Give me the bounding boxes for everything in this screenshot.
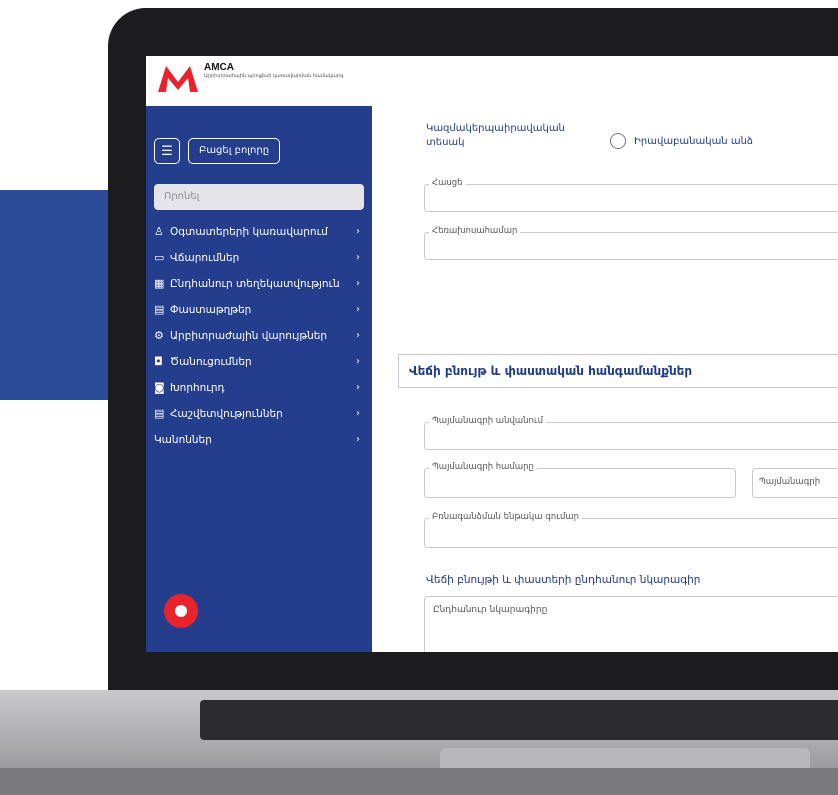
chat-button[interactable] xyxy=(164,594,198,628)
org-type-label: Կազմակերպաիրավական տեսակ xyxy=(426,123,565,148)
sidebar-item-arbitration[interactable]: ⚙ Արբիտրաժային վարույթներ › xyxy=(154,328,364,344)
brand-title: AMCA xyxy=(204,62,234,73)
sidebar-item-reports[interactable]: ▤ Հաշվետվություններ › xyxy=(154,406,364,422)
sidebar-item-rules[interactable]: Կանոններ › xyxy=(154,432,364,448)
contract-number-label: Պայմանագրի համարը xyxy=(429,462,537,472)
radio-circle-icon[interactable] xyxy=(610,133,626,149)
users-gear-icon: ⚙ xyxy=(154,329,164,342)
bell-icon: ◘ xyxy=(154,355,163,368)
clipboard-icon: ▤ xyxy=(154,303,165,316)
card-icon: ▭ xyxy=(154,251,165,264)
laptop-edge xyxy=(0,768,838,795)
amca-logo-icon xyxy=(158,66,198,92)
sidebar-item-label: Կանոններ xyxy=(154,434,212,446)
sidebar-item-documents[interactable]: ▤ Փաստաթղթեր › xyxy=(154,302,364,318)
section-title: Վեճի բնույթ և փաստական հանգամանքներ xyxy=(398,354,838,388)
logo-text: AMCA Արբիտրաժային պրոցեսի կառավարման համ… xyxy=(204,62,384,79)
calendar-icon: ▦ xyxy=(154,277,165,290)
contract-name-label: Պայմանագրի անվանում xyxy=(429,416,546,426)
sidebar-top: ☰ Բացել բոլորը xyxy=(154,138,281,164)
claim-amount-label: Բռնագանձման ենթակա գումար xyxy=(429,512,583,522)
contract-date-field[interactable]: Պայմանագրի xyxy=(752,468,838,498)
sidebar-item-label: Խորհուրդ xyxy=(170,382,225,394)
chevron-right-icon: › xyxy=(356,330,360,341)
radio-label: Իրավաբանական անձ xyxy=(634,135,753,147)
address-field[interactable]: Հասցե xyxy=(424,178,838,212)
sidebar-item-general-info[interactable]: ▦ Ընդհանուր տեղեկատվություն › xyxy=(154,276,364,292)
address-label: Հասցե xyxy=(429,178,466,188)
sidebar-item-label: Արբիտրաժային վարույթներ xyxy=(170,330,328,342)
phone-field[interactable]: Հեռախոսահամար xyxy=(424,226,838,260)
bell-outline-icon: ◙ xyxy=(154,381,165,394)
sidebar-item-label: Հաշվետվություններ xyxy=(170,408,283,420)
claim-amount-field[interactable]: Բռնագանձման ենթակա գումար xyxy=(424,512,838,548)
main-form: Կազմակերպաիրավական տեսակ Իրավաբանական ան… xyxy=(372,106,838,652)
chevron-right-icon: › xyxy=(356,278,360,289)
chat-icon xyxy=(175,605,187,617)
description-heading: Վեճի բնույթի և փաստերի ընդհանուր նկարագի… xyxy=(426,574,701,586)
chevron-right-icon: › xyxy=(356,356,360,367)
hamburger-menu-icon[interactable]: ☰ xyxy=(154,138,180,164)
sidebar-item-label: Ընդհանուր տեղեկատվություն xyxy=(170,278,340,290)
chevron-right-icon: › xyxy=(356,434,360,445)
chevron-right-icon: › xyxy=(356,382,360,393)
search-input[interactable]: Որոնել xyxy=(154,184,364,210)
contract-number-field[interactable]: Պայմանագրի համարը xyxy=(424,462,736,498)
phone-label: Հեռախոսահամար xyxy=(429,226,521,236)
sidebar-item-label: Օգտատերերի կառավարում xyxy=(170,226,328,238)
sidebar-item-council[interactable]: ◙ Խորհուրդ › xyxy=(154,380,364,396)
keyboard xyxy=(200,700,838,740)
sidebar-item-label: Ծանուցումներ xyxy=(170,356,252,368)
sidebar: ☰ Բացել բոլորը Որոնել ♙ Օգտատերերի կառավ… xyxy=(146,106,372,652)
description-textarea[interactable]: Ընդհանուր նկարագիրը xyxy=(424,596,838,652)
clipboard-list-icon: ▤ xyxy=(154,407,165,420)
header-bar: AMCA Արբիտրաժային պրոցեսի կառավարման համ… xyxy=(146,56,838,106)
laptop-screen: AMCA Արբիտրաժային պրոցեսի կառավարման համ… xyxy=(146,56,838,652)
chevron-right-icon: › xyxy=(356,304,360,315)
sidebar-nav: ♙ Օգտատերերի կառավարում › ▭ Վճարումներ ›… xyxy=(154,224,364,458)
sidebar-item-users[interactable]: ♙ Օգտատերերի կառավարում › xyxy=(154,224,364,240)
chevron-right-icon: › xyxy=(356,252,360,263)
brand-subtitle: Արբիտրաժային պրոցեսի կառավարման համակարգ xyxy=(204,73,344,79)
open-all-button[interactable]: Բացել բոլորը xyxy=(188,138,281,164)
sidebar-item-notifications[interactable]: ◘ Ծանուցումներ › xyxy=(154,354,364,370)
sidebar-item-label: Վճարումներ xyxy=(170,252,240,264)
chevron-right-icon: › xyxy=(356,226,360,237)
sidebar-item-payments[interactable]: ▭ Վճարումներ › xyxy=(154,250,364,266)
chevron-right-icon: › xyxy=(356,408,360,419)
sidebar-item-label: Փաստաթղթեր xyxy=(170,304,252,316)
user-icon: ♙ xyxy=(154,225,164,238)
legal-entity-radio[interactable]: Իրավաբանական անձ xyxy=(610,133,753,149)
contract-name-field[interactable]: Պայմանագրի անվանում xyxy=(424,416,838,450)
contract-date-label: Պայմանագրի xyxy=(759,477,821,487)
